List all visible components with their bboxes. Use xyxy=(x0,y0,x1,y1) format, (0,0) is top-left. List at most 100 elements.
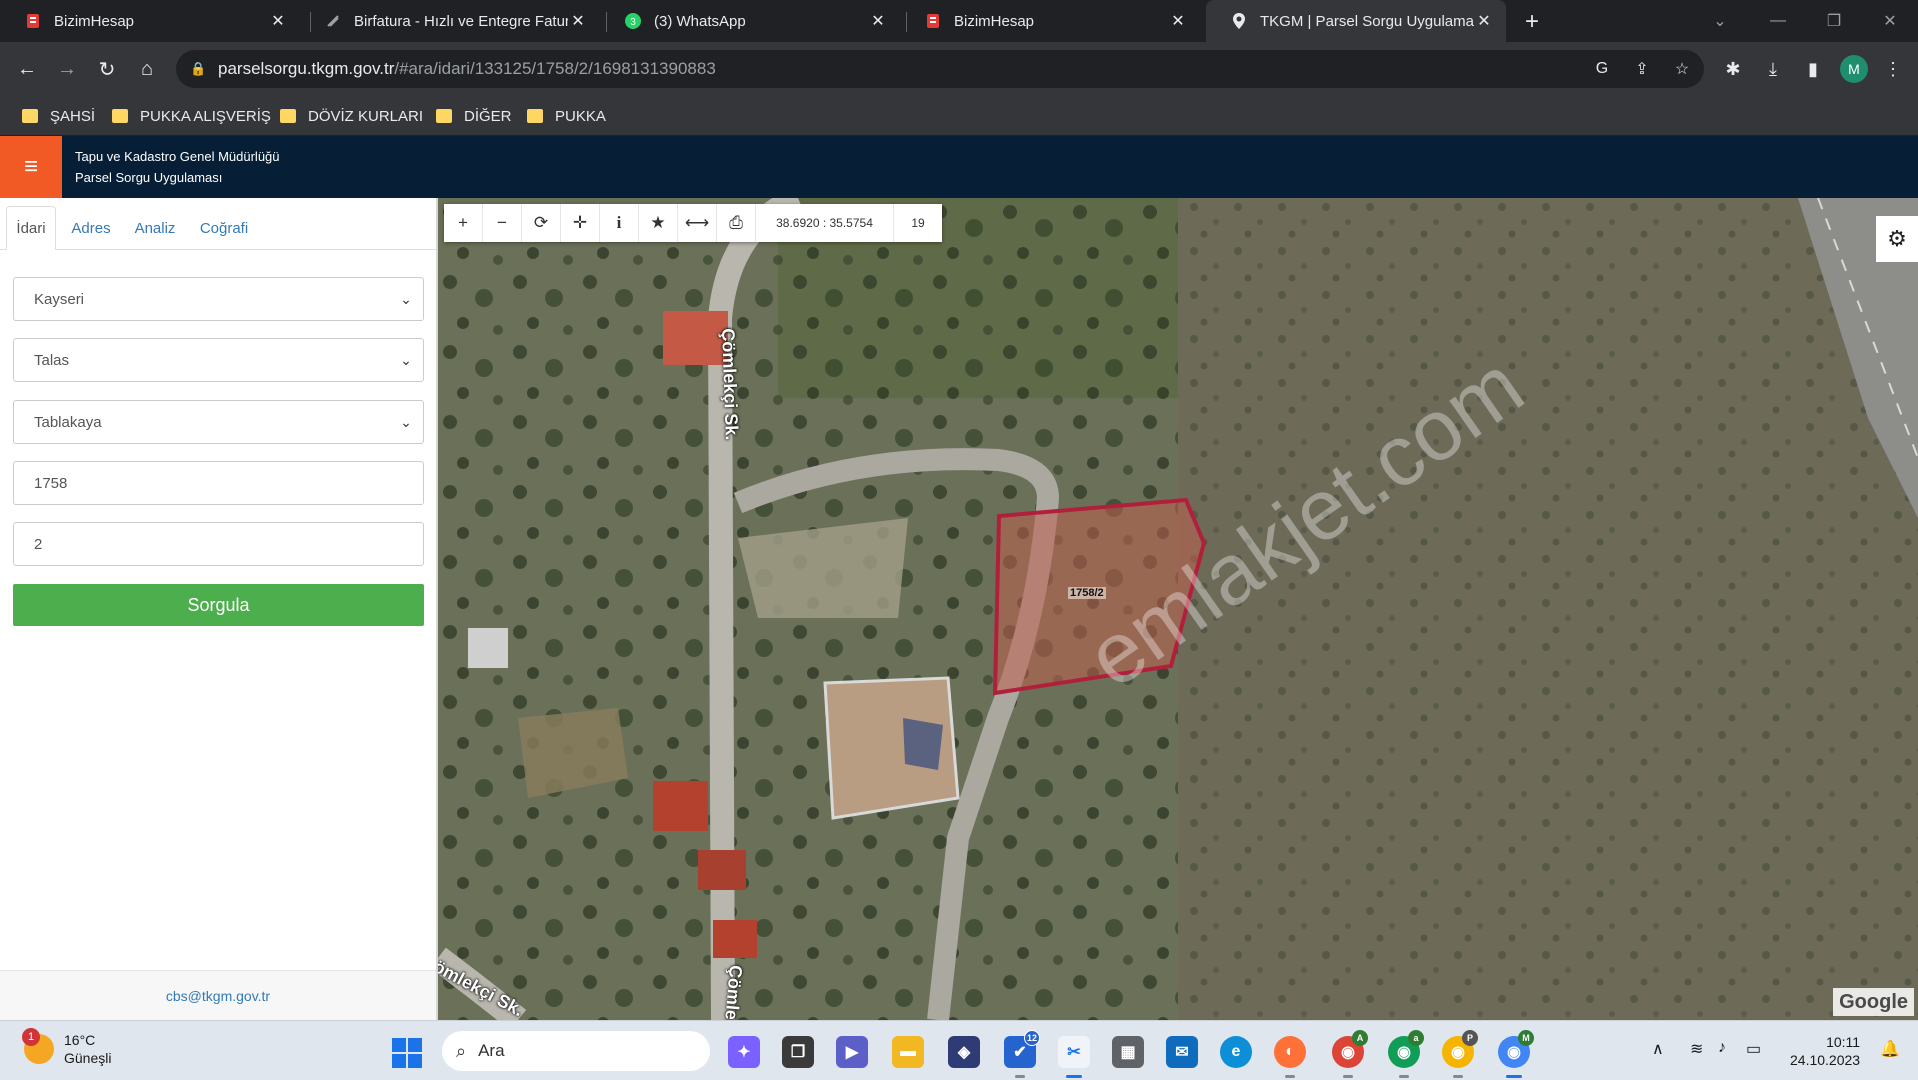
app-header: ≡ Tapu ve Kadastro Genel Müdürlüğü Parse… xyxy=(0,136,1918,198)
extensions-icon[interactable]: ✱ xyxy=(1718,54,1748,84)
minimize-button[interactable]: — xyxy=(1758,6,1798,36)
mail-icon[interactable]: ✉ xyxy=(1166,1036,1198,1068)
tab-title: (3) WhatsApp xyxy=(654,12,746,30)
print-icon[interactable]: ⎙ xyxy=(717,204,756,242)
side-panel-icon[interactable]: ▮ xyxy=(1798,54,1828,84)
system-clock[interactable]: 10:11 24.10.2023 xyxy=(1790,1033,1860,1069)
forward-icon[interactable]: → xyxy=(52,54,82,84)
profile-avatar[interactable]: M xyxy=(1840,55,1868,83)
restore-button[interactable]: ❐ xyxy=(1814,6,1854,36)
home-icon[interactable]: ⌂ xyxy=(132,54,162,84)
bookmark-folder[interactable]: PUKKA ALIŞVERİŞ xyxy=(112,104,271,128)
new-tab-button[interactable]: + xyxy=(1518,8,1546,36)
notification-bell-icon[interactable]: 🔔 xyxy=(1880,1039,1900,1059)
locate-crosshair-icon[interactable]: ✛ xyxy=(561,204,600,242)
tab-adres[interactable]: Adres xyxy=(62,206,120,250)
browser-tab[interactable]: BizimHesap ✕ xyxy=(0,0,300,42)
hamburger-icon: ≡ xyxy=(23,153,38,180)
gear-icon[interactable]: ⚙ xyxy=(1876,216,1918,262)
browser-tab[interactable]: Birfatura - Hızlı ve Entegre Fatur ✕ xyxy=(300,0,600,42)
measure-distance-icon[interactable]: ⟷ xyxy=(678,204,717,242)
chevron-down-icon: ⌄ xyxy=(400,290,412,307)
store-icon[interactable]: ◈ xyxy=(948,1036,980,1068)
tab-idari[interactable]: İdari xyxy=(6,206,56,250)
close-window-button[interactable]: ✕ xyxy=(1870,6,1910,36)
todo-icon[interactable]: ✔ 12 xyxy=(1004,1030,1040,1078)
snipping-tool-icon[interactable]: ✂ xyxy=(1058,1036,1090,1078)
parcel-label: 1758/2 xyxy=(1068,587,1106,599)
browser-tab-strip: BizimHesap ✕ Birfatura - Hızlı ve Entegr… xyxy=(0,0,1918,42)
volume-icon[interactable]: ♪ xyxy=(1718,1039,1726,1057)
menu-kebab-icon[interactable]: ⋮ xyxy=(1878,54,1908,84)
weather-widget[interactable]: 1 16°C Güneşli xyxy=(22,1028,111,1067)
share-icon[interactable]: ⇪ xyxy=(1632,59,1652,79)
wifi-icon[interactable]: ≋ xyxy=(1690,1039,1703,1059)
reload-icon[interactable]: ↻ xyxy=(92,54,122,84)
contact-email-link[interactable]: cbs@tkgm.gov.tr xyxy=(0,970,436,1020)
map-pin-icon xyxy=(1230,12,1248,30)
refresh-icon[interactable]: ⟳ xyxy=(522,204,561,242)
tab-cografi[interactable]: Coğrafi xyxy=(192,206,256,250)
lock-icon[interactable]: 🔒 xyxy=(190,61,210,77)
task-view-icon[interactable]: ❐ xyxy=(782,1036,814,1068)
calculator-icon[interactable]: ▦ xyxy=(1112,1036,1144,1068)
parsel-input[interactable]: 2 xyxy=(13,522,424,566)
address-bar[interactable]: 🔒 parselsorgu.tkgm.gov.tr/#ara/idari/133… xyxy=(176,50,1704,88)
close-tab-icon[interactable]: ✕ xyxy=(1168,11,1188,31)
sorgula-button[interactable]: Sorgula xyxy=(13,584,424,626)
chrome-icon[interactable]: ◉ M xyxy=(1498,1030,1534,1078)
mahalle-select[interactable]: Tablakaya ⌄ xyxy=(13,400,424,444)
taskbar-search[interactable]: ⌕ Ara xyxy=(442,1031,710,1071)
firefox-icon[interactable]: ◐ xyxy=(1274,1036,1306,1078)
file-explorer-icon[interactable]: ▬ xyxy=(892,1036,924,1068)
info-icon[interactable]: i xyxy=(600,204,639,242)
download-icon[interactable]: ⤓ xyxy=(1758,54,1788,84)
il-select[interactable]: Kayseri ⌄ xyxy=(13,277,424,321)
bookmark-folder[interactable]: DİĞER xyxy=(436,104,512,128)
zoom-out-button[interactable]: − xyxy=(483,204,522,242)
windows-taskbar: 1 16°C Güneşli ⌕ Ara ✦ ❐ ▶ ▬ ◈ ✔ 12 ✂ ▦ ✉… xyxy=(0,1020,1918,1080)
bookmark-folder[interactable]: ŞAHSİ xyxy=(22,104,95,128)
tab-title: BizimHesap xyxy=(954,12,1035,30)
bookmark-star-icon[interactable]: ☆ xyxy=(1672,59,1692,79)
close-tab-icon[interactable]: ✕ xyxy=(568,11,588,31)
copilot-icon[interactable]: ✦ xyxy=(728,1036,760,1068)
teams-chat-icon[interactable]: ▶ xyxy=(836,1036,868,1068)
tab-title: BizimHesap xyxy=(54,12,135,30)
favorite-star-icon[interactable]: ★ xyxy=(639,204,678,242)
ilce-select[interactable]: Talas ⌄ xyxy=(13,338,424,382)
close-tab-icon[interactable]: ✕ xyxy=(868,11,888,31)
chrome-icon[interactable]: ◉ P xyxy=(1442,1030,1478,1078)
browser-tab[interactable]: BizimHesap ✕ xyxy=(900,0,1200,42)
tab-search-icon[interactable]: ⌄ xyxy=(1700,6,1740,36)
tab-title: TKGM | Parsel Sorgu Uygulaması xyxy=(1260,12,1474,30)
zoom-in-button[interactable]: + xyxy=(444,204,483,242)
weather-temp: 16°C xyxy=(64,1032,96,1048)
close-tab-icon[interactable]: ✕ xyxy=(1474,11,1494,31)
edge-icon[interactable]: e xyxy=(1220,1036,1252,1068)
satellite-map[interactable]: emlakjet.com 1758/2 Çömlekçi Sk. Çömlekç… xyxy=(438,198,1918,1020)
close-tab-icon[interactable]: ✕ xyxy=(268,11,288,31)
browser-tab[interactable]: 3 (3) WhatsApp ✕ xyxy=(600,0,900,42)
battery-icon[interactable]: ▭ xyxy=(1746,1039,1761,1059)
folder-icon xyxy=(22,109,38,123)
back-icon[interactable]: ← xyxy=(12,54,42,84)
chevron-up-icon[interactable]: ∧ xyxy=(1652,1039,1664,1059)
google-lens-icon[interactable]: G xyxy=(1592,59,1612,79)
chrome-icon[interactable]: ◉ A xyxy=(1332,1030,1368,1078)
bookmark-folder[interactable]: PUKKA xyxy=(527,104,606,128)
bizimhesap-icon xyxy=(24,12,42,30)
ada-input[interactable]: 1758 xyxy=(13,461,424,505)
todo-badge: 12 xyxy=(1024,1030,1040,1046)
sun-icon: 1 xyxy=(22,1028,54,1064)
hamburger-menu-button[interactable]: ≡ xyxy=(0,136,62,198)
folder-icon xyxy=(527,109,543,123)
chevron-down-icon: ⌄ xyxy=(400,351,412,368)
browser-tab-active[interactable]: TKGM | Parsel Sorgu Uygulaması ✕ xyxy=(1206,0,1506,42)
folder-icon xyxy=(280,109,296,123)
tab-analiz[interactable]: Analiz xyxy=(126,206,184,250)
chrome-profile-badge: M xyxy=(1518,1030,1534,1046)
chrome-icon[interactable]: ◉ a xyxy=(1388,1030,1424,1078)
start-windows-icon[interactable] xyxy=(392,1038,422,1068)
bookmark-folder[interactable]: DÖVİZ KURLARI xyxy=(280,104,423,128)
